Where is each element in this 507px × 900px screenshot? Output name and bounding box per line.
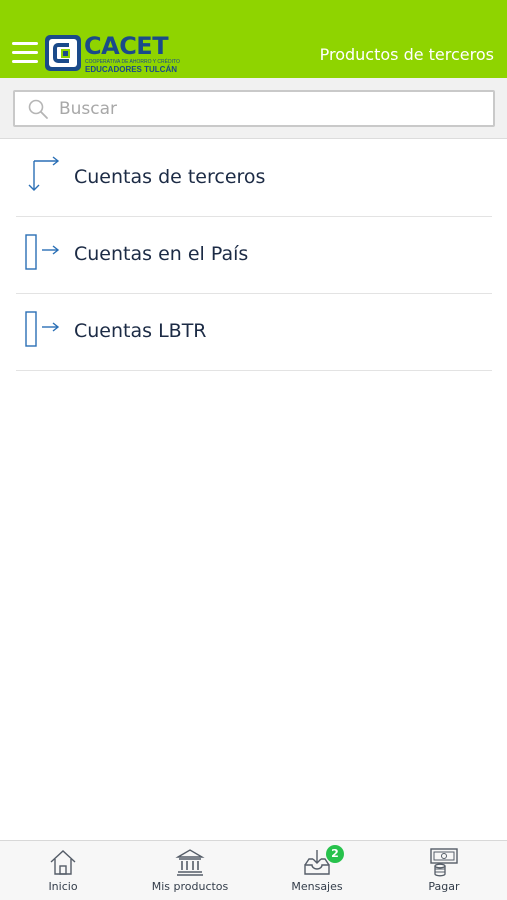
tab-mensajes[interactable]: 2 Mensajes [254,841,380,900]
brand-logo: CACET COOPERATIVA DE AHORRO Y CRÉDITO ED… [44,32,180,74]
hamburger-menu-icon[interactable] [12,42,38,64]
bottom-tab-bar: Inicio Mis productos 2 Mensajes Pagar [0,840,507,900]
list-item-label: Cuentas en el País [74,243,249,265]
search-input[interactable] [59,96,479,122]
list-item-cuentas-lbtr[interactable]: Cuentas LBTR [16,294,492,371]
transfer-arrows-icon [28,156,60,191]
account-transfer-icon [25,234,60,270]
tab-label: Inicio [48,880,78,893]
list-item-cuentas-de-terceros[interactable]: Cuentas de terceros [16,140,492,217]
brand-subtitle: EDUCADORES TULCÁN [85,65,177,74]
cacet-logo-icon [45,35,81,71]
search-icon [28,99,48,119]
brand-name: CACET [84,32,169,60]
tab-label: Mensajes [291,880,343,893]
unread-badge: 2 [326,845,344,863]
list-item-label: Cuentas de terceros [74,166,266,188]
tab-label: Mis productos [151,880,229,893]
tab-mis-productos[interactable]: Mis productos [127,841,253,900]
account-transfer-icon [25,311,60,347]
bank-icon [175,849,205,876]
payment-icon [430,848,458,877]
third-party-products-list: Cuentas de terceros Cuentas en el País C… [0,140,507,371]
search-box[interactable] [13,90,495,127]
tab-pagar[interactable]: Pagar [381,841,507,900]
page-title: Productos de terceros [319,45,494,64]
search-bar [0,78,507,139]
home-icon [50,850,76,875]
tab-inicio[interactable]: Inicio [0,841,126,900]
list-item-cuentas-en-el-pais[interactable]: Cuentas en el País [16,217,492,294]
tab-label: Pagar [428,880,460,893]
list-item-label: Cuentas LBTR [74,320,207,342]
app-header: CACET COOPERATIVA DE AHORRO Y CRÉDITO ED… [0,0,507,78]
